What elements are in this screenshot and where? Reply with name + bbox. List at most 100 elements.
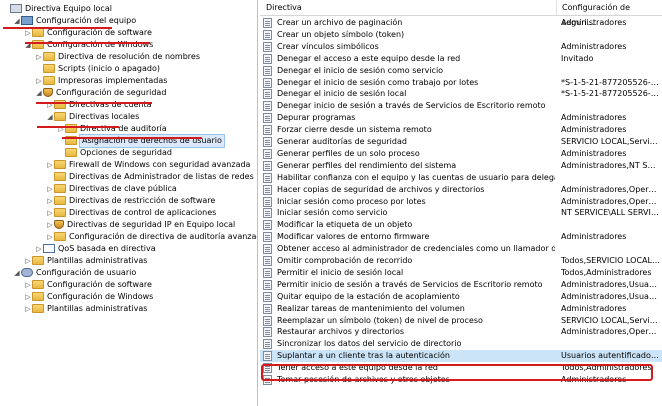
collapse-arrow-icon[interactable]: ◢ [13, 15, 21, 27]
tree-item[interactable]: ▷ Firewall de Windows con seguridad avanz… [46, 159, 250, 171]
policy-row[interactable]: Hacer copias de seguridad de archivos y … [260, 184, 662, 196]
policy-row[interactable]: Iniciar sesión como servicio NT SERVICE\A… [260, 207, 662, 219]
policy-name: Denegar inicio de sesión a través de Ser… [277, 101, 546, 111]
policy-setting: Administradores [561, 125, 627, 135]
tree-item[interactable]: ▷ Impresoras implementadas [35, 75, 167, 87]
policy-row[interactable]: Realizar tareas de mantenimiento del vol… [260, 303, 662, 315]
policy-row[interactable]: Permitir inicio de sesión a través de Se… [260, 279, 662, 291]
tree-item[interactable]: ▷ Directiva de auditoría [57, 123, 167, 135]
policy-name: Denegar el inicio de sesión como trabajo… [277, 77, 479, 87]
expand-arrow-icon[interactable]: ▷ [46, 159, 54, 171]
expand-arrow-icon[interactable]: ▷ [46, 219, 54, 231]
policy-name: Generar perfiles del rendimiento del sis… [277, 160, 457, 170]
tree-item-label: Directiva de resolución de nombres [58, 52, 200, 61]
policy-row[interactable]: Denegar el inicio de sesión local *S-1-5-… [260, 88, 662, 100]
policy-setting-icon [263, 351, 272, 362]
policy-setting: Administradores,Usuario... [561, 279, 660, 289]
policy-setting: Administradores,Usuarios [561, 291, 660, 301]
policy-row[interactable]: Crear un objeto símbolo (token) [260, 29, 662, 41]
expand-arrow-icon[interactable]: ▷ [57, 123, 65, 135]
policy-row[interactable]: Omitir comprobación de recorrido Todos,SE… [260, 255, 662, 267]
tree-item[interactable]: ▷ QoS basada en directiva [35, 243, 156, 255]
tree-item-label: Scripts (inicio o apagado) [58, 64, 161, 73]
tree-item[interactable]: ◢ Directivas locales [46, 111, 139, 123]
tree-item[interactable]: ◢ Configuración de usuario [13, 267, 136, 279]
expand-arrow-icon[interactable]: ▷ [35, 243, 43, 255]
expand-arrow-icon[interactable]: ▷ [35, 75, 43, 87]
tree-item[interactable]: ▷ Directivas de cuenta [46, 99, 152, 111]
tree-item[interactable]: Directiva Equipo local [2, 3, 112, 15]
tree-item[interactable]: Directivas de Administrador de listas de… [46, 171, 254, 183]
policy-row[interactable]: Restaurar archivos y directorios Administ… [260, 326, 662, 338]
expand-arrow-icon[interactable]: ▷ [24, 279, 32, 291]
policy-row[interactable]: Reemplazar un símbolo (token) de nivel d… [260, 315, 662, 327]
policy-row[interactable]: Denegar el acceso a este equipo desde la… [260, 53, 662, 65]
policy-row[interactable]: Suplantar a un cliente tras la autentica… [260, 350, 662, 363]
tree-item[interactable]: ▷ Plantillas administrativas [24, 303, 147, 315]
expand-arrow-icon[interactable]: ▷ [46, 195, 54, 207]
policy-row[interactable]: Modificar valores de entorno firmware Adm… [260, 231, 662, 243]
policy-row[interactable]: Generar perfiles de un solo proceso Admin… [260, 148, 662, 160]
policy-row[interactable]: Habilitar confianza con el equipo y las … [260, 172, 662, 184]
policy-setting-icon [263, 18, 272, 28]
policy-row[interactable]: Denegar el inicio de sesión como trabajo… [260, 77, 662, 89]
policy-name: Quitar equipo de la estación de acoplami… [277, 291, 460, 301]
tree-item[interactable]: ▷ Directivas de clave pública [46, 183, 177, 195]
tree-item[interactable]: ◢ Configuración de Windows [24, 39, 153, 51]
expand-arrow-icon[interactable]: ▷ [46, 99, 54, 111]
tree-item[interactable]: ▷ Directivas de control de aplicaciones [46, 207, 216, 219]
collapse-arrow-icon[interactable]: ◢ [35, 87, 43, 99]
policy-name: Permitir inicio de sesión a través de Se… [277, 279, 543, 289]
policy-name: Depurar programas [277, 113, 356, 123]
tree-item[interactable]: Opciones de seguridad [57, 147, 172, 159]
policy-row[interactable]: Modificar la etiqueta de un objeto [260, 219, 662, 231]
expand-arrow-icon[interactable]: ▷ [24, 255, 32, 267]
policy-row[interactable]: Generar auditorías de seguridad SERVICIO … [260, 136, 662, 148]
folder-icon [54, 196, 66, 205]
tree-item-label: Plantillas administrativas [47, 256, 148, 265]
tree-item-label: Plantillas administrativas [47, 304, 148, 313]
policy-row[interactable]: Crear un archivo de paginación Administra… [260, 17, 662, 29]
tree-item[interactable]: ▷ Directiva de resolución de nombres [35, 51, 200, 63]
tree-item[interactable]: ▷ Plantillas administrativas [24, 255, 147, 267]
policy-setting: Administradores,NT SERV... [561, 160, 660, 170]
policy-row[interactable]: Generar perfiles del rendimiento del sis… [260, 160, 662, 172]
policy-row[interactable]: Forzar cierre desde un sistema remoto Adm… [260, 124, 662, 136]
expand-arrow-icon[interactable]: ▷ [35, 51, 43, 63]
tree-item[interactable]: Scripts (inicio o apagado) [35, 63, 160, 75]
tree-item[interactable]: ▷ Directivas de restricción de software [46, 195, 215, 207]
tree-item[interactable]: ▷ Configuración de Windows [24, 291, 153, 303]
computer-icon [21, 16, 33, 25]
expand-arrow-icon[interactable]: ▷ [46, 207, 54, 219]
policy-row[interactable]: Sincronizar los datos del servicio de di… [260, 338, 662, 350]
expand-arrow-icon[interactable]: ▷ [24, 303, 32, 315]
collapse-arrow-icon[interactable]: ◢ [13, 267, 21, 279]
policy-row[interactable]: Obtener acceso al administrador de crede… [260, 243, 662, 255]
column-header-policy[interactable]: Directiva [260, 0, 556, 15]
collapse-arrow-icon[interactable]: ◢ [24, 39, 32, 51]
policy-row[interactable]: Denegar el inicio de sesión como servici… [260, 65, 662, 77]
tree-item-label: Directivas de seguridad IP en Equipo loc… [67, 220, 236, 229]
tree-item[interactable]: ▷ Directivas de seguridad IP en Equipo lo… [46, 219, 235, 231]
policy-name: Permitir el inicio de sesión local [277, 267, 404, 277]
column-header-setting[interactable]: Configuración de seguri... [556, 0, 662, 27]
tree-item-label: Configuración de directiva de auditoría … [69, 232, 258, 241]
tree-item[interactable]: ▷ Configuración de software [24, 279, 152, 291]
shield-icon [43, 88, 53, 97]
policy-row[interactable]: Denegar inicio de sesión a través de Ser… [260, 100, 662, 112]
policy-name: Omitir comprobación de recorrido [277, 256, 413, 265]
policy-setting-icon [263, 172, 272, 183]
expand-arrow-icon[interactable]: ▷ [46, 183, 54, 195]
policy-row[interactable]: Crear vínculos simbólicos Administradores [260, 41, 662, 53]
policy-row[interactable]: Permitir el inicio de sesión local Todos,… [260, 267, 662, 279]
policy-setting-icon [263, 89, 272, 100]
tree-item[interactable]: ◢ Configuración del equipo [13, 15, 136, 27]
expand-arrow-icon[interactable]: ▷ [24, 291, 32, 303]
policy-row[interactable]: Quitar equipo de la estación de acoplami… [260, 291, 662, 303]
policy-row[interactable]: Depurar programas Administradores [260, 112, 662, 124]
collapse-arrow-icon[interactable]: ◢ [46, 111, 54, 123]
policy-row[interactable]: Iniciar sesión como proceso por lotes Adm… [260, 196, 662, 208]
tree-item[interactable]: ◢ Configuración de seguridad [35, 87, 166, 99]
tree-item[interactable]: ▷ Configuración de directiva de auditoría… [46, 231, 258, 243]
expand-arrow-icon[interactable]: ▷ [46, 231, 54, 243]
